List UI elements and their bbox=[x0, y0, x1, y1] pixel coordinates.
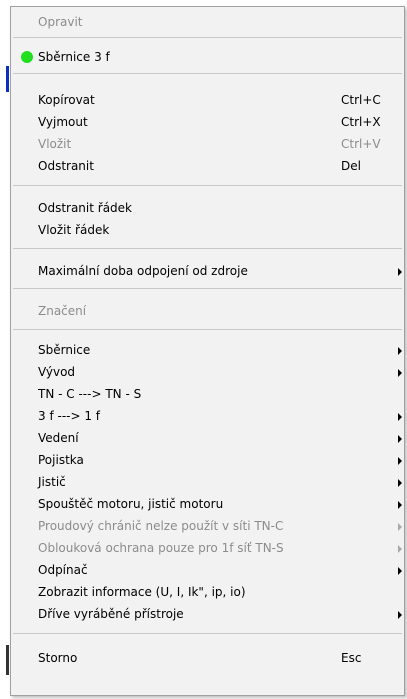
menu-item-odpinac[interactable]: Odpínač bbox=[11, 559, 404, 581]
menu-item-label: Maximální doba odpojení od zdroje bbox=[38, 264, 248, 278]
menu-item-vedeni[interactable]: Vedení bbox=[11, 427, 404, 449]
submenu-arrow-icon bbox=[398, 479, 402, 487]
menu-item-shortcut: Ctrl+V bbox=[341, 137, 381, 151]
submenu-arrow-icon bbox=[398, 501, 402, 509]
menu-item-label: Vývod bbox=[38, 365, 76, 379]
submenu-arrow-icon bbox=[398, 567, 402, 575]
menu-item-shortcut: Esc bbox=[341, 651, 362, 665]
submenu-arrow-icon bbox=[398, 435, 402, 443]
submenu-arrow-icon bbox=[398, 268, 402, 276]
menu-item-shortcut: Del bbox=[341, 159, 361, 173]
menu-item-shortcut: Ctrl+C bbox=[341, 93, 381, 107]
menu-item-label: Spouštěč motoru, jistič motoru bbox=[38, 497, 224, 511]
menu-separator bbox=[13, 633, 402, 634]
menu-item-label: Opravit bbox=[38, 15, 83, 29]
submenu-arrow-icon bbox=[398, 611, 402, 619]
menu-item-label: Dříve vyráběné přístroje bbox=[38, 607, 184, 621]
menu-item-label: Zobrazit informace (U, I, Ik", ip, io) bbox=[38, 585, 246, 599]
context-menu: Opravit Sběrnice 3 f Kopírovat Ctrl+C Vy… bbox=[10, 6, 405, 696]
menu-separator bbox=[13, 248, 402, 249]
menu-item-jistic[interactable]: Jistič bbox=[11, 471, 404, 493]
submenu-arrow-icon bbox=[398, 457, 402, 465]
menu-item-label: Pojistka bbox=[38, 453, 84, 467]
menu-item-storno[interactable]: Storno Esc bbox=[11, 647, 404, 669]
menu-item-znaceni: Značení bbox=[11, 300, 404, 322]
menu-item-label: Sběrnice bbox=[38, 343, 91, 357]
menu-item-odstranit[interactable]: Odstranit Del bbox=[11, 155, 404, 177]
menu-item-kopirovat[interactable]: Kopírovat Ctrl+C bbox=[11, 89, 404, 111]
menu-item-shortcut: Ctrl+X bbox=[341, 115, 381, 129]
window-edge-accent bbox=[6, 66, 9, 92]
menu-item-label: TN - C ---> TN - S bbox=[38, 387, 142, 401]
menu-separator bbox=[13, 73, 402, 74]
menu-item-proudovy-chranic: Proudový chránič nelze použít v síti TN-… bbox=[11, 515, 404, 537]
menu-item-vlozit-radek[interactable]: Vložit řádek bbox=[11, 219, 404, 241]
menu-separator bbox=[13, 329, 402, 330]
submenu-arrow-icon bbox=[398, 545, 402, 553]
menu-item-vyjmout[interactable]: Vyjmout Ctrl+X bbox=[11, 111, 404, 133]
menu-item-label: Vedení bbox=[38, 431, 79, 445]
menu-item-zobrazit-informace[interactable]: Zobrazit informace (U, I, Ik", ip, io) bbox=[11, 581, 404, 603]
submenu-arrow-icon bbox=[398, 347, 402, 355]
menu-item-label: Vložit řádek bbox=[38, 223, 110, 237]
menu-item-opravit: Opravit bbox=[11, 11, 404, 33]
menu-item-tnc-tns[interactable]: TN - C ---> TN - S bbox=[11, 383, 404, 405]
menu-item-label: Odstranit řádek bbox=[38, 201, 133, 215]
menu-item-sbernice[interactable]: Sběrnice bbox=[11, 339, 404, 361]
submenu-arrow-icon bbox=[398, 523, 402, 531]
menu-separator bbox=[13, 288, 402, 289]
menu-item-vlozit: Vložit Ctrl+V bbox=[11, 133, 404, 155]
menu-item-sbernice-3f[interactable]: Sběrnice 3 f bbox=[11, 46, 404, 68]
window-edge-shadow bbox=[6, 645, 9, 675]
menu-item-pojistka[interactable]: Pojistka bbox=[11, 449, 404, 471]
menu-item-vyvod[interactable]: Vývod bbox=[11, 361, 404, 383]
menu-separator bbox=[13, 185, 402, 186]
menu-item-3f-1f[interactable]: 3 f ---> 1 f bbox=[11, 405, 404, 427]
menu-item-label: Proudový chránič nelze použít v síti TN-… bbox=[38, 519, 284, 533]
menu-item-label: Sběrnice 3 f bbox=[38, 50, 110, 64]
submenu-arrow-icon bbox=[398, 413, 402, 421]
menu-item-label: 3 f ---> 1 f bbox=[38, 409, 101, 423]
menu-item-obloukova-ochrana: Oblouková ochrana pouze pro 1f síť TN-S bbox=[11, 537, 404, 559]
menu-separator bbox=[13, 37, 402, 38]
menu-item-label: Jistič bbox=[38, 475, 66, 489]
menu-item-odstranit-radek[interactable]: Odstranit řádek bbox=[11, 197, 404, 219]
submenu-arrow-icon bbox=[398, 369, 402, 377]
menu-item-label: Značení bbox=[38, 304, 87, 318]
menu-item-max-doba-odpojeni[interactable]: Maximální doba odpojení od zdroje bbox=[11, 260, 404, 282]
menu-item-spoustec-motoru[interactable]: Spouštěč motoru, jistič motoru bbox=[11, 493, 404, 515]
menu-item-drive-vyrabene[interactable]: Dříve vyráběné přístroje bbox=[11, 603, 404, 625]
status-dot-icon bbox=[21, 51, 33, 63]
menu-item-label: Odpínač bbox=[38, 563, 88, 577]
menu-item-label: Oblouková ochrana pouze pro 1f síť TN-S bbox=[38, 541, 284, 555]
